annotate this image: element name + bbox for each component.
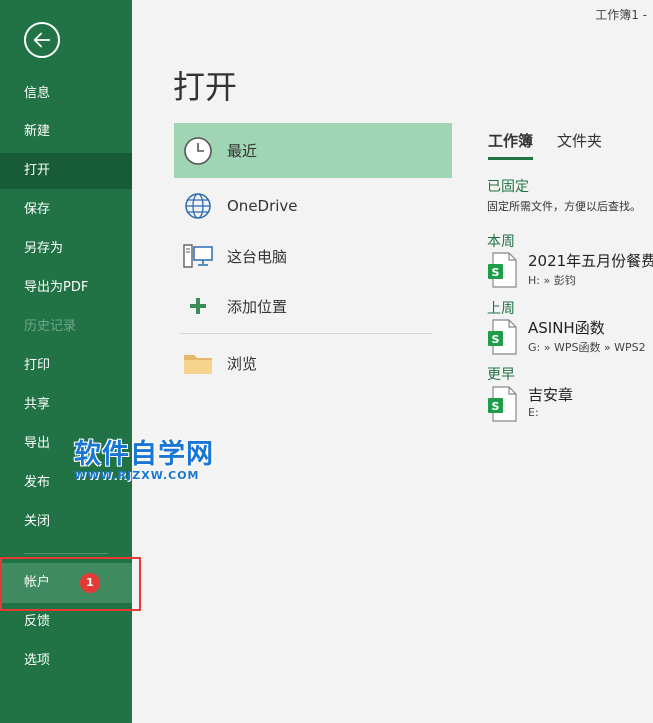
file-name: ASINH函数 [528,319,605,337]
nav-history: 历史记录 [24,319,77,334]
recent-file[interactable]: S 吉安章 E: [487,384,653,424]
nav-save-as[interactable]: 另存为 [0,231,132,267]
excel-file-icon: S [488,386,517,422]
file-name: 吉安章 [528,386,574,404]
watermark: 软件自学网 WWW.RJZXW.COM [74,432,224,482]
location-label: 最近 [227,142,258,160]
nav-print[interactable]: 打印 [0,348,132,384]
plus-icon [180,288,216,324]
location-label: 添加位置 [227,297,288,316]
location-label: 这台电脑 [227,247,288,266]
nav-save[interactable]: 保存 [0,192,132,228]
nav-close[interactable]: 关闭 [0,504,132,540]
recent-file[interactable]: S 2021年五月份餐费 H: » 彭钧 [487,250,653,290]
pinned-description: 固定所需文件，方便以后查找。 [487,200,641,213]
computer-icon [180,238,216,274]
nav-share[interactable]: 共享 [0,387,132,423]
folder-icon [180,345,216,381]
file-path: H: » 彭钧 [528,274,576,287]
tab-workbooks[interactable]: 工作簿 [488,130,534,160]
nav-options[interactable]: 选项 [0,643,132,679]
svg-text:S: S [492,400,500,413]
nav-feedback[interactable]: 反馈 [0,604,132,640]
nav-info[interactable]: 信息 [0,76,132,112]
location-label: 浏览 [227,354,258,373]
location-label: OneDrive [227,197,298,215]
recent-tabs: 工作簿 文件夹 [488,130,626,160]
file-name: 2021年五月份餐费 [528,252,653,270]
file-path: G: » WPS函数 » WPS2 [528,341,646,354]
back-button[interactable] [24,22,60,58]
nav-export-pdf[interactable]: 导出为PDF [0,270,132,306]
svg-text:S: S [492,333,500,346]
tab-folders[interactable]: 文件夹 [557,130,602,160]
step-badge: 1 [80,573,100,593]
nav-divider [24,553,108,554]
location-recent[interactable]: 最近 [174,123,452,178]
pinned-title: 已固定 [487,179,529,195]
group-title: 更早 [487,367,515,383]
svg-text:S: S [492,266,500,279]
group-title: 本周 [487,234,515,250]
nav-account[interactable]: 帐户 [0,563,132,603]
excel-file-icon: S [488,252,517,288]
arrow-left-icon [33,32,51,48]
location-onedrive[interactable]: OneDrive [174,181,452,231]
watermark-text: 软件自学网 [74,439,214,470]
window-title: 工作簿1 - [595,8,647,22]
location-this-pc[interactable]: 这台电脑 [174,231,452,281]
location-divider [180,333,432,334]
nav-open[interactable]: 打开 [0,153,132,189]
location-add-place[interactable]: 添加位置 [174,281,452,331]
nav-new[interactable]: 新建 [0,114,132,150]
excel-file-icon: S [488,319,517,355]
recent-file[interactable]: S ASINH函数 G: » WPS函数 » WPS2 [487,317,653,357]
clock-icon [180,133,216,169]
location-browse[interactable]: 浏览 [174,338,452,388]
page-title: 打开 [173,68,238,106]
backstage-sidebar: 信息 新建 打开 保存 另存为 导出为PDF 历史记录 打印 共享 导出 发布 … [0,0,132,723]
file-path: E: [528,406,539,419]
group-title: 上周 [487,301,515,317]
globe-icon [180,188,216,224]
